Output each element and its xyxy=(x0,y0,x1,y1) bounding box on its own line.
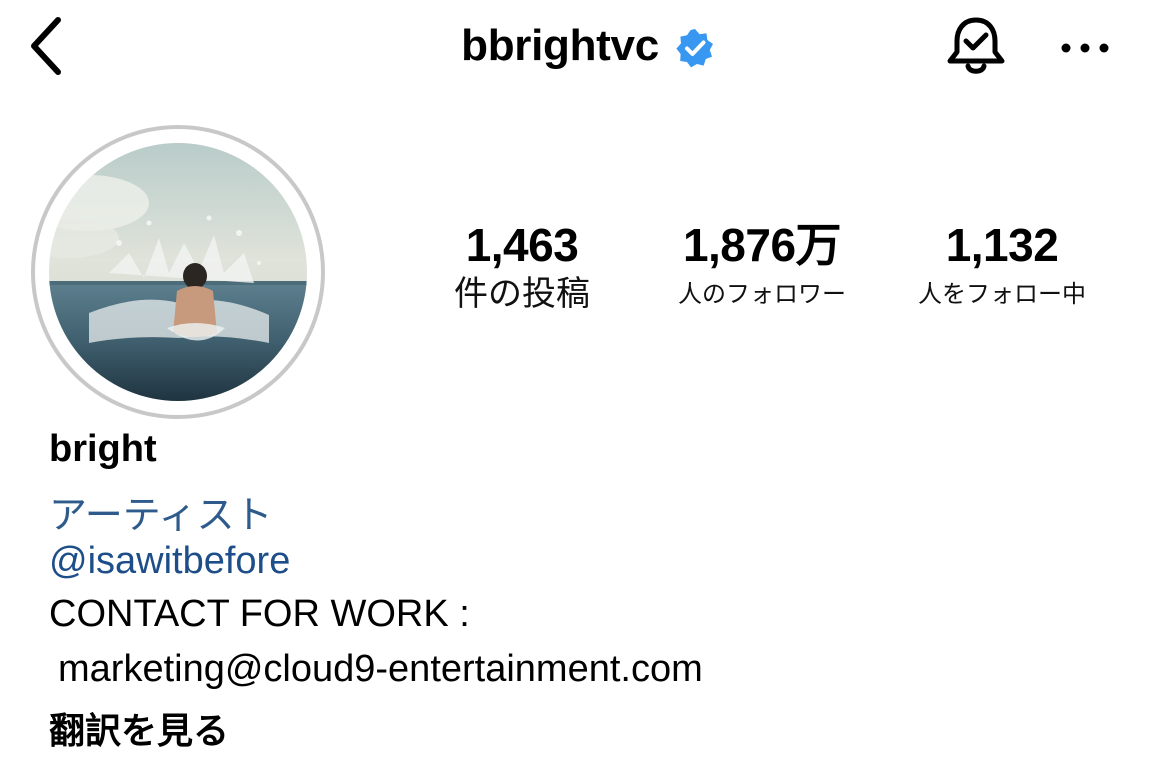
following-count-stat[interactable]: 1,132 人をフォロー中 xyxy=(886,218,1118,316)
bio-mention-link[interactable]: @isawitbefore xyxy=(49,540,290,583)
verified-badge-icon xyxy=(676,29,713,68)
posts-count-stat[interactable]: 1,463 件の投稿 xyxy=(432,218,612,316)
more-options-button[interactable] xyxy=(1056,28,1116,68)
bio-contact-text: CONTACT FOR WORK : xyxy=(49,593,470,635)
posts-count: 1,463 xyxy=(465,219,579,271)
following-count: 1,132 xyxy=(945,219,1059,271)
followers-count: 1,876万 xyxy=(682,219,842,271)
back-button[interactable] xyxy=(22,14,72,78)
posts-label: 件の投稿 xyxy=(454,274,590,314)
bell-check-icon xyxy=(947,17,1005,74)
avatar[interactable] xyxy=(49,143,307,401)
chevron-left-icon xyxy=(31,17,61,75)
followers-label: 人のフォロワー xyxy=(678,280,846,308)
profile-category: アーティスト xyxy=(49,493,273,537)
avatar-photo xyxy=(49,143,307,401)
more-horizontal-icon xyxy=(1061,43,1109,53)
bio-contact-email: marketing@cloud9-entertainment.com xyxy=(58,648,703,690)
followers-count-stat[interactable]: 1,876万 人のフォロワー xyxy=(650,218,874,316)
notification-button[interactable] xyxy=(942,14,1010,80)
display-name: bright xyxy=(49,428,157,470)
see-translation-link[interactable]: 翻訳を見る xyxy=(49,702,229,754)
username: bbrightvc xyxy=(461,21,659,70)
following-label: 人をフォロー中 xyxy=(918,280,1086,308)
